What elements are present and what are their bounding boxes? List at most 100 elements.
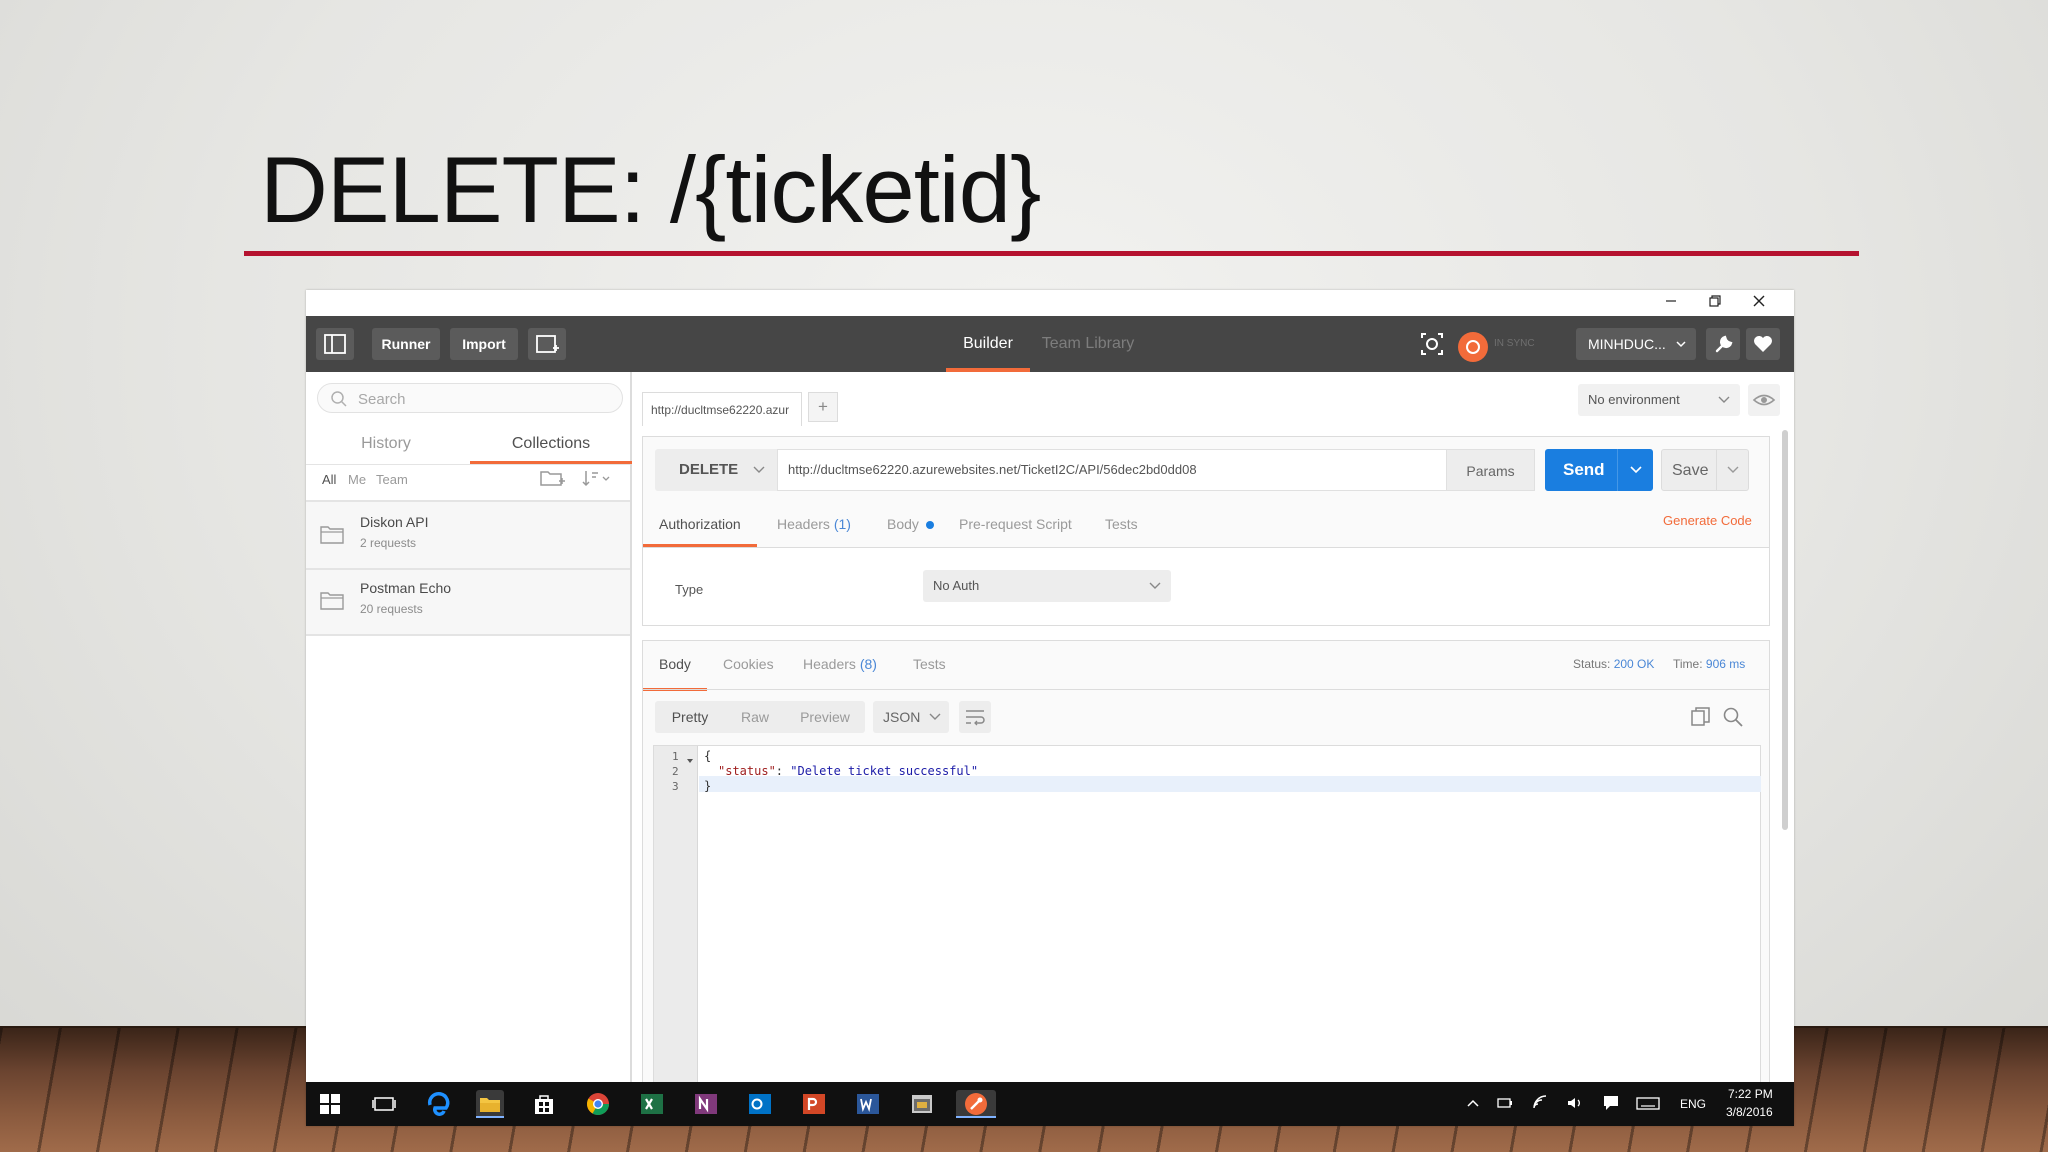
postman-app-icon[interactable]: [956, 1090, 996, 1118]
new-window-icon[interactable]: [528, 328, 566, 360]
tab-body[interactable]: Body: [887, 511, 934, 547]
runner-button[interactable]: Runner: [372, 328, 440, 360]
response-tab-tests[interactable]: Tests: [913, 649, 946, 691]
request-tab[interactable]: http://ducltmse62220.azur: [642, 392, 802, 426]
minimize-icon[interactable]: [1656, 292, 1686, 314]
response-tab-cookies[interactable]: Cookies: [723, 649, 774, 691]
keyboard-icon[interactable]: [1636, 1094, 1660, 1117]
filter-all[interactable]: All: [322, 472, 336, 487]
tab-team-library[interactable]: Team Library: [1036, 316, 1140, 372]
language-select[interactable]: JSON: [873, 701, 949, 733]
sidebar-toggle-icon[interactable]: [316, 328, 354, 360]
environment-quick-look-eye-icon[interactable]: [1748, 384, 1780, 416]
outlook-icon[interactable]: [746, 1090, 774, 1118]
tab-headers-label: Headers: [777, 516, 830, 532]
show-hidden-icons-icon[interactable]: [1466, 1096, 1480, 1115]
tab-pre-request-script[interactable]: Pre-request Script: [959, 511, 1072, 547]
interceptor-icon[interactable]: [1416, 328, 1448, 360]
collection-request-count: 20 requests: [360, 602, 423, 616]
network-icon[interactable]: [1532, 1094, 1550, 1117]
method-value: DELETE: [679, 461, 739, 478]
response-body-editor[interactable]: 1 2 3 { "status": "Delete ticket success…: [653, 745, 1761, 1092]
response-tab-headers-label: Headers: [803, 656, 856, 672]
word-icon[interactable]: [854, 1090, 882, 1118]
format-pretty-button[interactable]: Pretty: [655, 701, 725, 733]
tab-authorization[interactable]: Authorization: [643, 511, 757, 547]
params-button[interactable]: Params: [1447, 449, 1535, 491]
sync-status-icon[interactable]: [1458, 332, 1488, 362]
headers-count-badge: (1): [833, 516, 851, 532]
slide-title: DELETE: /{ticketid}: [260, 137, 1041, 242]
status-label: Status:: [1573, 657, 1611, 671]
tab-body-label: Body: [887, 516, 919, 532]
chevron-down-icon: [1718, 384, 1730, 428]
search-input[interactable]: Search: [317, 383, 623, 413]
powerpoint-icon[interactable]: [800, 1090, 828, 1118]
filter-team[interactable]: Team: [376, 472, 408, 487]
url-input[interactable]: http://ducltmse62220.azurewebsites.net/T…: [777, 449, 1447, 491]
import-button[interactable]: Import: [450, 328, 518, 360]
save-options-chevron-icon[interactable]: [1716, 450, 1748, 490]
active-line-highlight: [699, 776, 1761, 792]
response-status: Status: 200 OK: [1573, 657, 1654, 671]
send-options-chevron-icon[interactable]: [1617, 449, 1653, 491]
app-window-icon[interactable]: [908, 1090, 936, 1118]
user-menu-button[interactable]: MINHDUC...: [1576, 328, 1696, 360]
excel-icon[interactable]: [638, 1090, 666, 1118]
windows-start-icon[interactable]: [320, 1094, 340, 1119]
format-raw-button[interactable]: Raw: [725, 701, 785, 733]
task-view-icon[interactable]: [370, 1090, 398, 1118]
onenote-icon[interactable]: [692, 1090, 720, 1118]
add-tab-button[interactable]: +: [808, 392, 838, 422]
generate-code-link[interactable]: Generate Code: [1663, 513, 1752, 528]
fold-arrow-icon[interactable]: [686, 752, 694, 770]
tab-history[interactable]: History: [306, 424, 466, 464]
format-preview-button[interactable]: Preview: [785, 701, 865, 733]
tab-builder[interactable]: Builder: [946, 316, 1030, 372]
response-tab-body[interactable]: Body: [643, 649, 707, 691]
response-tab-headers[interactable]: Headers (8): [803, 649, 877, 691]
clock-time[interactable]: 7:22 PM: [1728, 1087, 1773, 1101]
collection-item[interactable]: Diskon API 2 requests: [306, 502, 630, 568]
edge-browser-icon[interactable]: [424, 1090, 452, 1118]
response-headers-count: (8): [859, 656, 877, 672]
app-toolbar: Runner Import Builder Team Library IN SY…: [306, 316, 1794, 372]
save-button[interactable]: Save: [1661, 449, 1749, 491]
json-key: "status": [718, 764, 776, 778]
search-icon[interactable]: [1721, 705, 1745, 734]
tab-headers[interactable]: Headers (1): [777, 511, 851, 547]
restore-icon[interactable]: [1700, 292, 1730, 314]
body-indicator-dot-icon: [925, 521, 934, 529]
main-scrollbar[interactable]: [1782, 430, 1788, 830]
battery-icon[interactable]: [1496, 1094, 1514, 1117]
sort-icon[interactable]: [580, 466, 612, 495]
method-select[interactable]: DELETE: [655, 449, 777, 491]
tab-tests[interactable]: Tests: [1105, 511, 1138, 547]
settings-wrench-icon[interactable]: [1706, 328, 1740, 360]
volume-icon[interactable]: [1566, 1094, 1584, 1117]
close-icon[interactable]: [1744, 292, 1774, 314]
request-panel: DELETE http://ducltmse62220.azurewebsite…: [642, 436, 1770, 626]
wrap-lines-icon[interactable]: [959, 701, 991, 733]
new-collection-icon[interactable]: [538, 466, 566, 495]
input-language[interactable]: ENG: [1680, 1097, 1706, 1111]
chrome-icon[interactable]: [584, 1090, 612, 1118]
action-center-icon[interactable]: [1602, 1094, 1620, 1117]
copy-icon[interactable]: [1689, 705, 1713, 734]
tab-collections[interactable]: Collections: [470, 424, 632, 464]
sidebar-tab-divider: [306, 464, 630, 465]
environment-select[interactable]: No environment: [1578, 384, 1740, 416]
response-time: Time: 906 ms: [1673, 657, 1745, 671]
send-button[interactable]: Send: [1545, 449, 1653, 491]
file-explorer-icon[interactable]: [476, 1090, 504, 1118]
heart-icon[interactable]: [1746, 328, 1780, 360]
environment-value: No environment: [1588, 392, 1680, 407]
collection-item[interactable]: Postman Echo 20 requests: [306, 570, 630, 636]
status-value: 200 OK: [1613, 657, 1655, 671]
auth-type-select[interactable]: No Auth: [923, 570, 1171, 602]
language-value: JSON: [883, 709, 921, 725]
filter-me[interactable]: Me: [348, 472, 366, 487]
store-icon[interactable]: [530, 1090, 558, 1118]
format-button-group: Pretty Raw Preview: [655, 701, 865, 733]
clock-date[interactable]: 3/8/2016: [1726, 1105, 1773, 1119]
